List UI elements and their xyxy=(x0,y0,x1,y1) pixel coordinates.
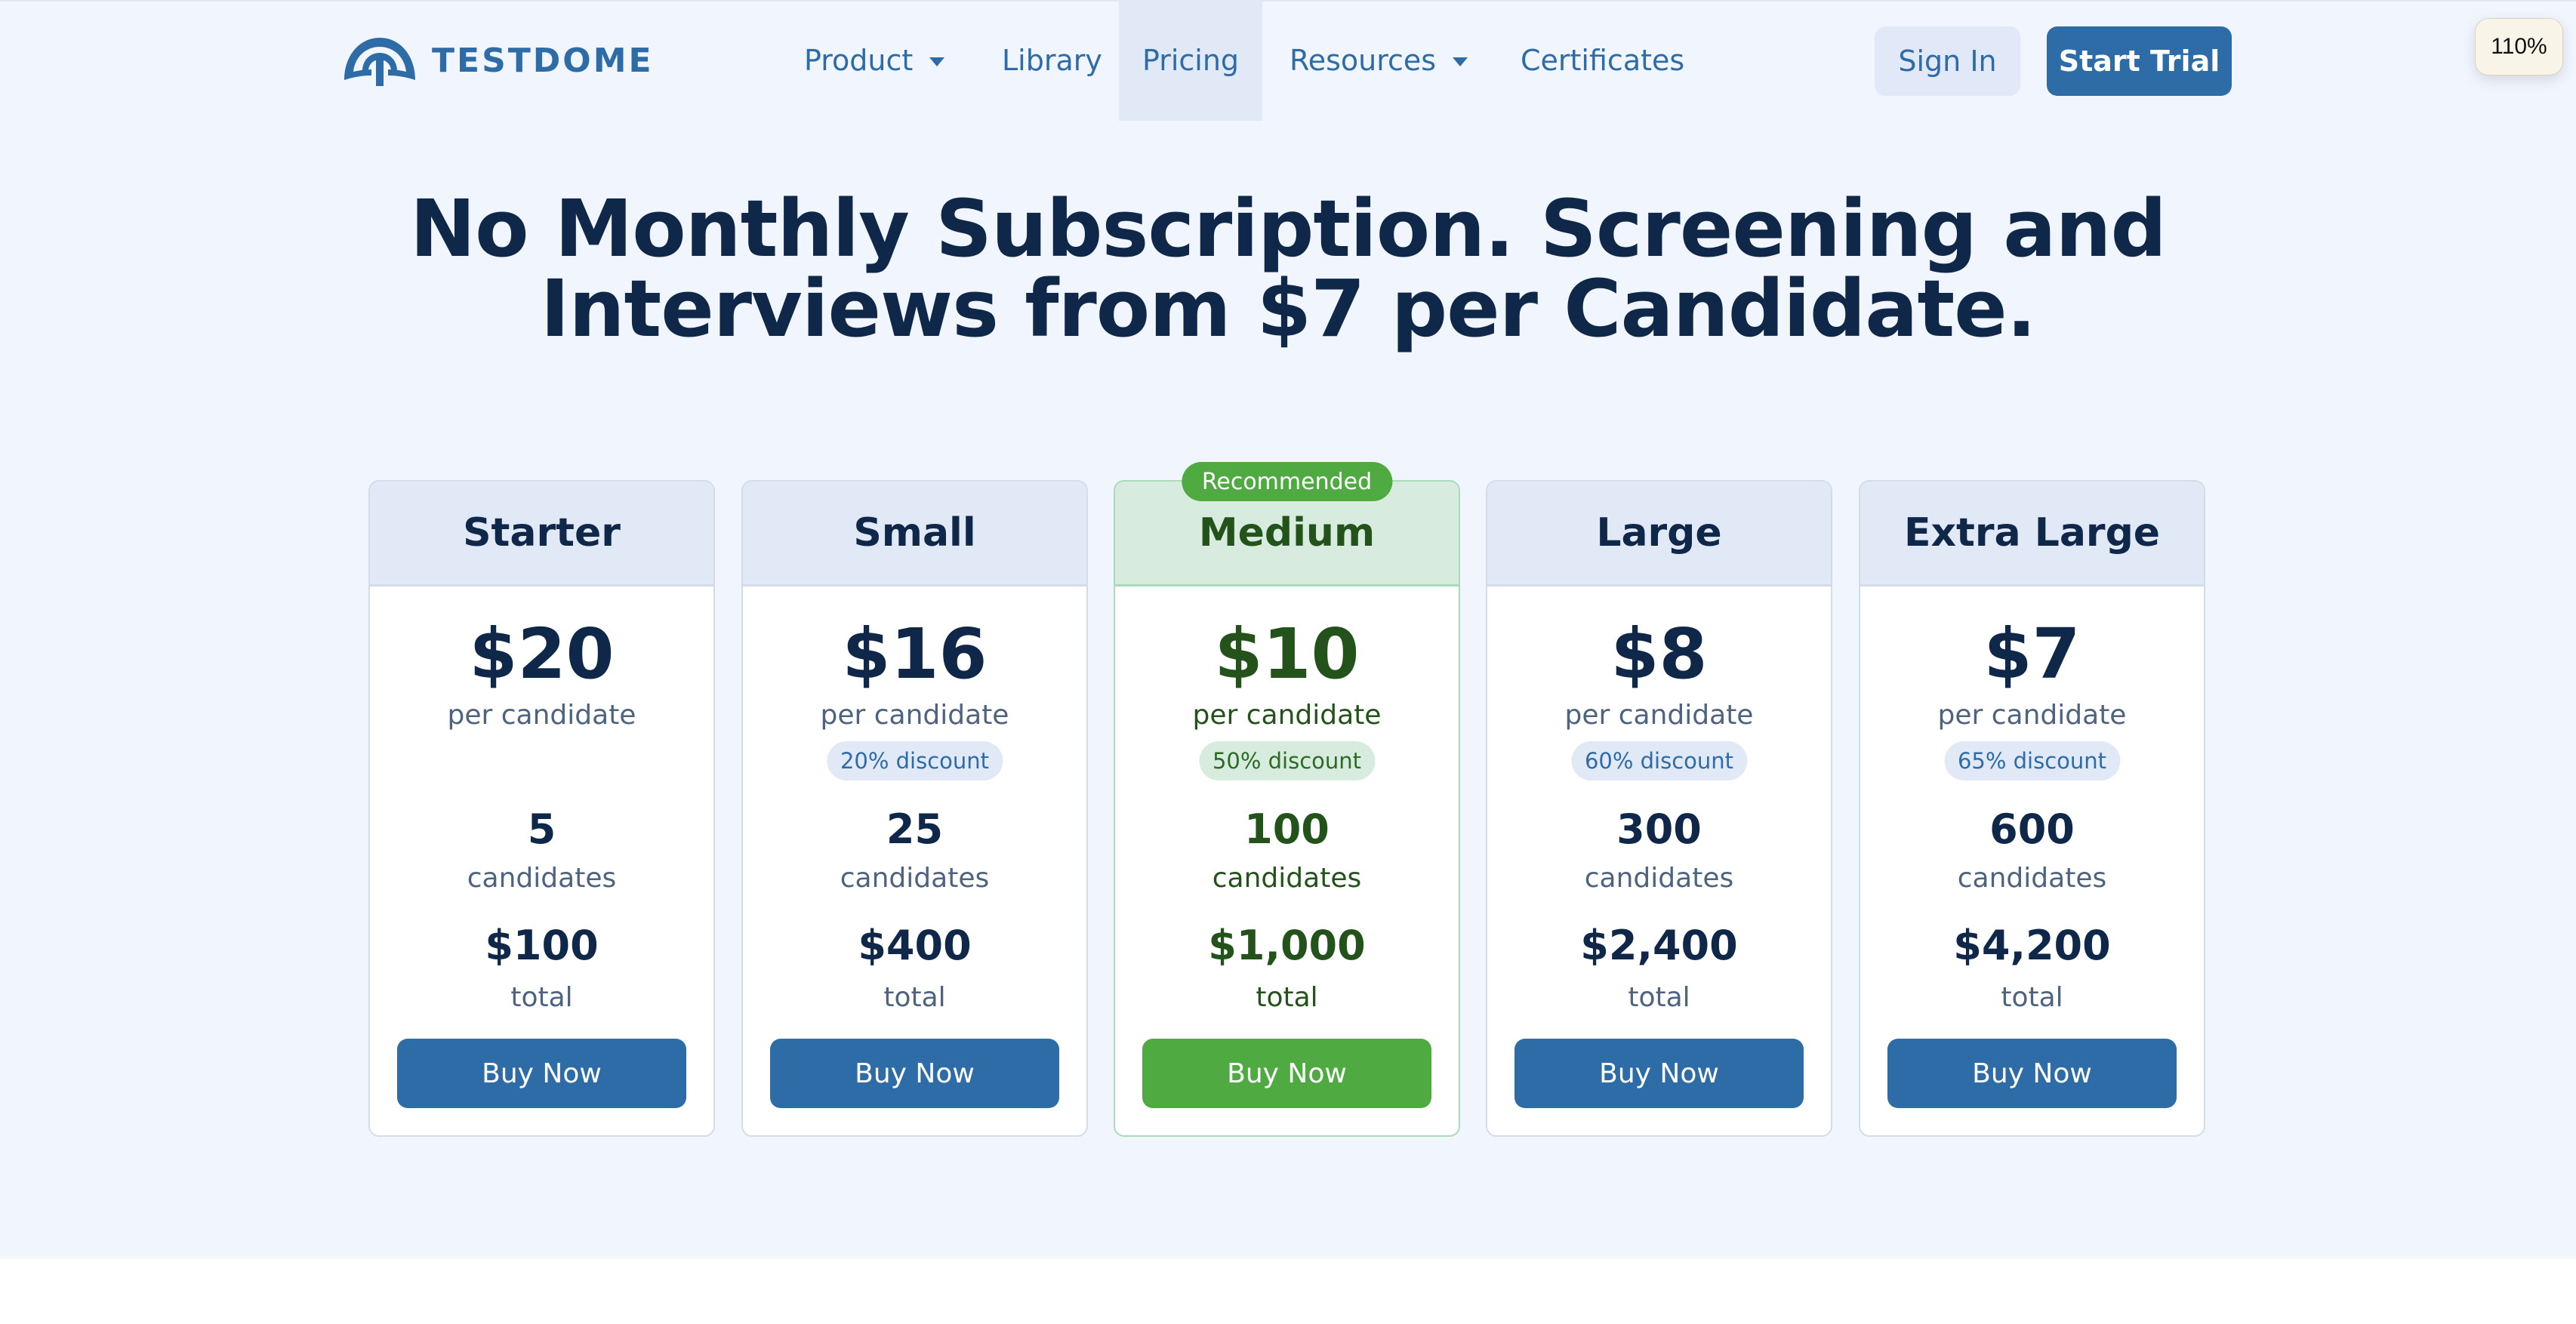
zoom-level-indicator: 110% xyxy=(2475,18,2563,75)
plan-candidate-count: 25 xyxy=(886,805,944,853)
recommended-badge: Recommended xyxy=(1181,462,1393,501)
dome-logo-icon xyxy=(344,38,415,86)
plan-candidate-label: candidates xyxy=(1957,863,2107,894)
buy-now-button[interactable]: Buy Now xyxy=(770,1039,1059,1108)
discount-badge: 65% discount xyxy=(1943,741,2121,781)
nav-certificates[interactable]: Certificates xyxy=(1521,0,1684,121)
plan-name: Small xyxy=(743,482,1086,587)
buy-now-button[interactable]: Buy Now xyxy=(397,1039,686,1108)
plan-total-label: total xyxy=(883,982,946,1013)
plan-price: $20 xyxy=(469,614,615,694)
plan-candidate-label: candidates xyxy=(840,863,990,894)
buy-now-button[interactable]: Buy Now xyxy=(1514,1039,1804,1108)
sign-in-button[interactable]: Sign In xyxy=(1875,26,2020,96)
plan-name: Starter xyxy=(370,482,713,587)
nav-library-label: Library xyxy=(1002,44,1102,77)
testdome-logo-link[interactable]: TESTDOME xyxy=(340,33,654,88)
chevron-down-icon xyxy=(1453,57,1468,66)
plan-candidate-label: candidates xyxy=(467,863,617,894)
plan-price: $10 xyxy=(1214,614,1360,694)
nav-pricing[interactable]: Pricing xyxy=(1119,0,1262,121)
plan-candidate-label: candidates xyxy=(1584,863,1734,894)
plan-card-starter: Starter $20 per candidate 5 candidates $… xyxy=(368,480,715,1137)
buy-now-button[interactable]: Buy Now xyxy=(1887,1039,2177,1108)
plan-price: $7 xyxy=(1983,614,2081,694)
discount-badge: 60% discount xyxy=(1570,741,1748,781)
nav-resources[interactable]: Resources xyxy=(1290,0,1468,121)
plan-price-unit: per candidate xyxy=(820,700,1009,731)
discount-badge: 20% discount xyxy=(826,741,1003,781)
plan-candidate-count: 5 xyxy=(527,805,556,853)
plan-card-medium: Recommended Medium $10 per candidate 50%… xyxy=(1114,462,1460,1137)
nav-resources-label: Resources xyxy=(1290,44,1437,77)
page-title: No Monthly Subscription. Screening and I… xyxy=(0,189,2576,349)
plan-total: $4,200 xyxy=(1953,922,2111,969)
plan-price-unit: per candidate xyxy=(1564,700,1754,731)
page-title-line-2: Interviews from $7 per Candidate. xyxy=(540,263,2036,355)
brand-name: TESTDOME xyxy=(432,41,654,80)
plan-price: $16 xyxy=(842,614,988,694)
start-trial-button[interactable]: Start Trial xyxy=(2047,26,2232,96)
page-title-line-1: No Monthly Subscription. Screening and xyxy=(410,183,2167,275)
nav-product[interactable]: Product xyxy=(804,0,945,121)
plan-card-large: Large $8 per candidate 60% discount 300 … xyxy=(1486,480,1832,1137)
plan-total-label: total xyxy=(510,982,573,1013)
nav-library[interactable]: Library xyxy=(1002,0,1102,121)
pricing-page: TESTDOME Product Library Pricing Resourc… xyxy=(0,0,2576,1324)
chevron-down-icon xyxy=(929,57,945,66)
buy-now-button[interactable]: Buy Now xyxy=(1142,1039,1431,1108)
plan-card-extra-large: Extra Large $7 per candidate 65% discoun… xyxy=(1859,480,2205,1137)
plan-name: Extra Large xyxy=(1860,482,2204,587)
nav-certificates-label: Certificates xyxy=(1521,44,1685,77)
plan-candidate-count: 300 xyxy=(1616,805,1702,853)
plan-total-label: total xyxy=(1628,982,1690,1013)
plan-total: $100 xyxy=(485,922,599,969)
plan-total: $1,000 xyxy=(1208,922,1366,969)
plan-price-unit: per candidate xyxy=(1937,700,2127,731)
plan-total: $2,400 xyxy=(1580,922,1738,969)
plan-total-label: total xyxy=(2001,982,2063,1013)
plan-candidate-label: candidates xyxy=(1212,863,1362,894)
plan-price: $8 xyxy=(1610,614,1708,694)
section-divider xyxy=(0,1257,2576,1259)
discount-badge: 50% discount xyxy=(1198,741,1376,781)
nav-product-label: Product xyxy=(804,44,914,77)
nav-pricing-label: Pricing xyxy=(1142,44,1240,77)
plan-name: Large xyxy=(1487,482,1831,587)
plan-candidate-count: 600 xyxy=(1989,805,2075,853)
plan-price-unit: per candidate xyxy=(1192,700,1382,731)
plan-total-label: total xyxy=(1256,982,1318,1013)
plan-price-unit: per candidate xyxy=(447,700,636,731)
plan-card-small: Small $16 per candidate 20% discount 25 … xyxy=(741,480,1088,1137)
plan-total: $400 xyxy=(858,922,972,969)
plan-candidate-count: 100 xyxy=(1244,805,1330,853)
